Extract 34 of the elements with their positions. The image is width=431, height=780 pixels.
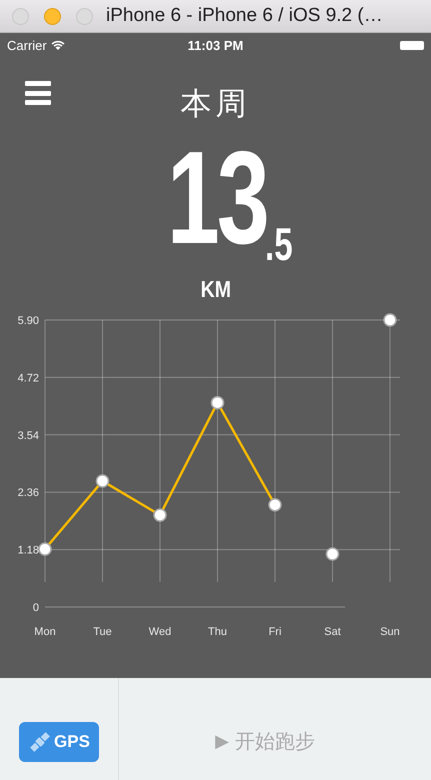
axis-label: Sun xyxy=(380,626,400,638)
satellite-icon xyxy=(28,730,52,754)
gps-button[interactable]: GPS xyxy=(19,722,99,762)
page-title: 本周 xyxy=(180,85,250,124)
data-point xyxy=(153,508,167,522)
axis-label: Mon xyxy=(34,626,56,638)
battery-icon xyxy=(400,41,424,50)
axis-label: 3.54 xyxy=(18,430,39,442)
axis-label: 0 xyxy=(32,602,39,614)
data-point xyxy=(210,396,224,410)
axis-label: Thu xyxy=(208,626,227,638)
zoom-button[interactable] xyxy=(76,8,93,24)
minimize-button[interactable] xyxy=(44,8,61,24)
data-point xyxy=(268,498,282,512)
start-run-button[interactable]: ▶ 开始跑步 xyxy=(215,728,315,755)
axis-label: Wed xyxy=(148,626,172,638)
axis-label: 2.36 xyxy=(18,487,39,500)
axis-label: Tue xyxy=(93,626,112,638)
close-button[interactable] xyxy=(12,8,29,24)
distance-unit: KM xyxy=(200,276,231,303)
axis-label: 4.72 xyxy=(18,372,39,384)
window-title: iPhone 6 - iPhone 6 / iOS 9.2 (… xyxy=(106,5,383,27)
axis-label: 5.90 xyxy=(18,315,39,327)
distance-decimal: .5 xyxy=(264,221,292,267)
wifi-icon xyxy=(50,40,65,51)
axis-label: 1.18 xyxy=(18,544,39,557)
menu-icon[interactable] xyxy=(25,81,51,105)
carrier-label: Carrier xyxy=(7,38,47,53)
data-point xyxy=(96,474,110,488)
distance-value: 13 xyxy=(166,132,267,264)
status-time: 11:03 PM xyxy=(188,38,244,53)
axis-label: Fri xyxy=(268,626,282,638)
axis-label: Sat xyxy=(324,626,341,638)
data-point xyxy=(38,542,52,556)
